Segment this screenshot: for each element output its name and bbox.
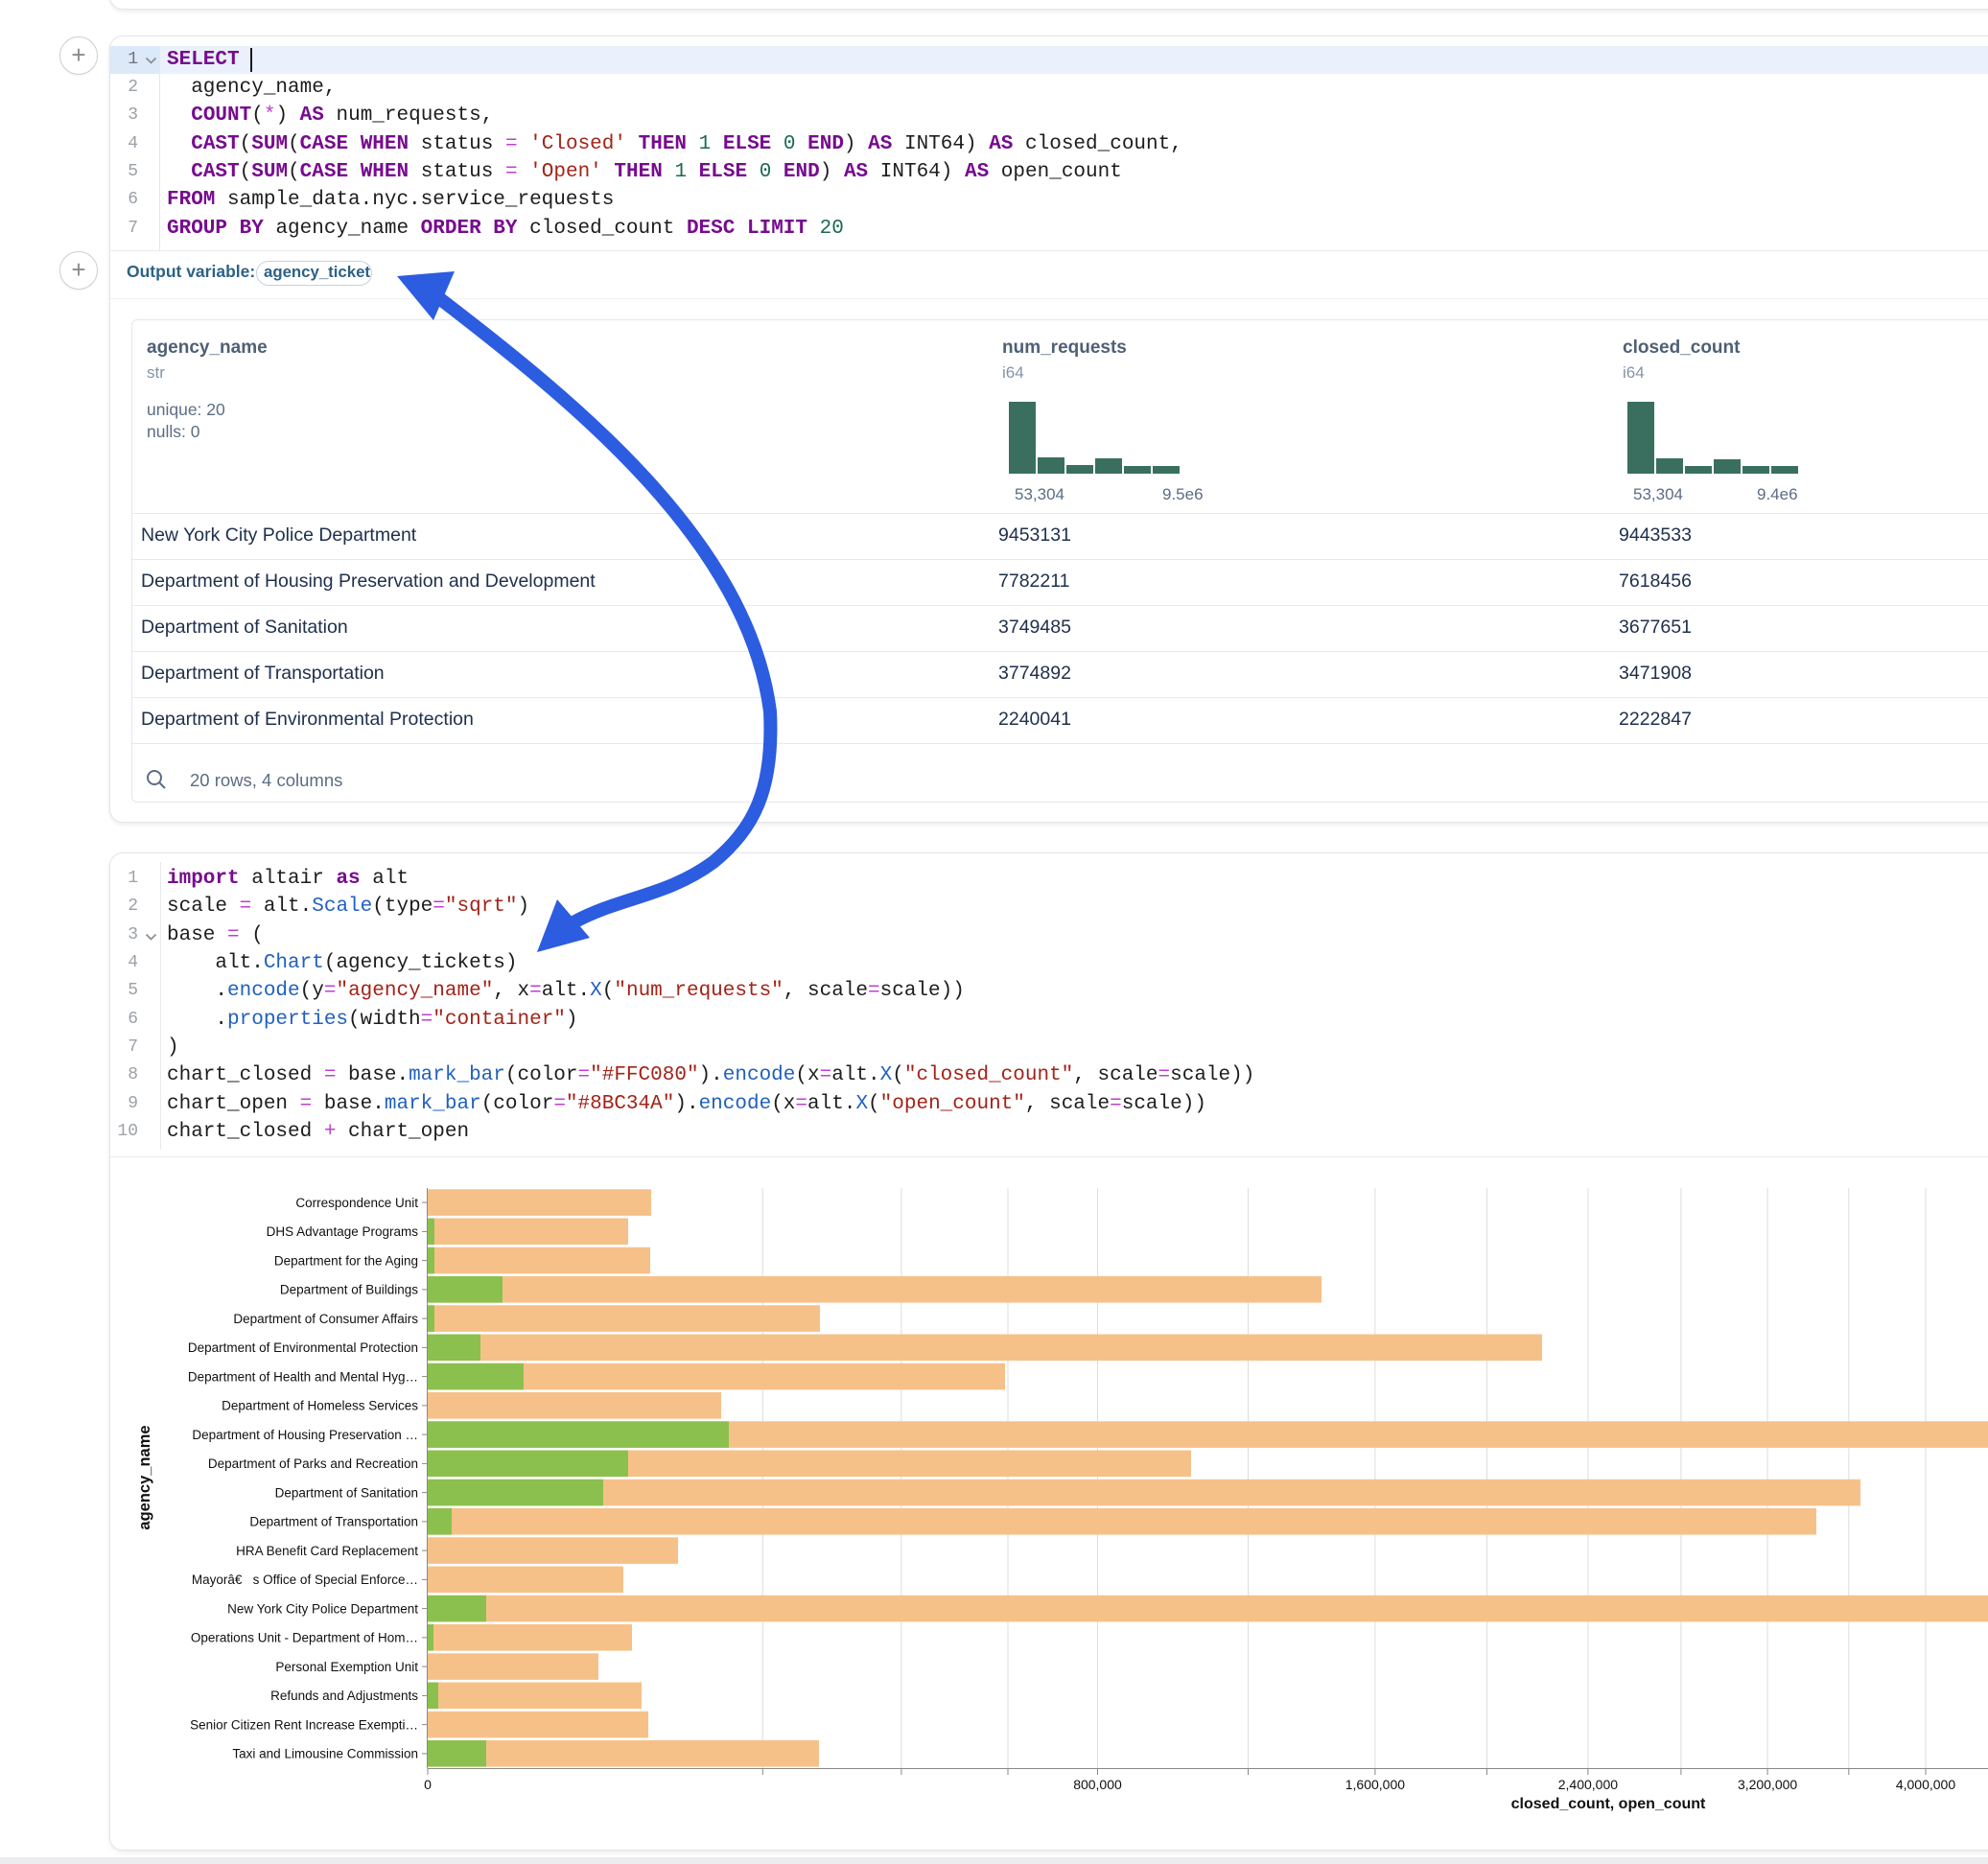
svg-text:1,600,000: 1,600,000 — [1345, 1777, 1405, 1792]
svg-text:Department of Consumer Affairs: Department of Consumer Affairs — [233, 1312, 418, 1326]
svg-text:Department of Health and Menta: Department of Health and Mental Hyg… — [188, 1369, 418, 1384]
svg-text:New York City Police Departmen: New York City Police Department — [227, 1601, 418, 1616]
svg-text:4,000,000: 4,000,000 — [1896, 1777, 1955, 1792]
svg-text:Mayorâ€ s Office of Special: Mayorâ€ s Office of Special Enforce… — [192, 1573, 418, 1587]
svg-text:Department of Buildings: Department of Buildings — [280, 1283, 418, 1297]
svg-text:Department of Transportation: Department of Transportation — [249, 1515, 418, 1529]
svg-text:Correspondence Unit: Correspondence Unit — [295, 1196, 418, 1210]
svg-text:Department of Housing Preserva: Department of Housing Preservation … — [192, 1428, 418, 1442]
svg-text:Department of Sanitation: Department of Sanitation — [275, 1485, 418, 1500]
svg-text:800,000: 800,000 — [1073, 1777, 1122, 1792]
svg-text:Department of Parks and Recrea: Department of Parks and Recreation — [208, 1456, 418, 1471]
svg-text:Personal Exemption Unit: Personal Exemption Unit — [275, 1660, 418, 1674]
svg-text:Taxi and Limousine Commission: Taxi and Limousine Commission — [232, 1747, 418, 1761]
svg-text:2,400,000: 2,400,000 — [1558, 1777, 1618, 1792]
svg-text:Department of Environmental Pr: Department of Environmental Protection — [188, 1340, 418, 1355]
svg-text:Senior Citizen Rent Increase E: Senior Citizen Rent Increase Exempti… — [190, 1717, 418, 1732]
svg-text:Department of Homeless Service: Department of Homeless Services — [222, 1399, 418, 1413]
svg-text:0: 0 — [424, 1777, 432, 1792]
svg-text:Operations Unit - Department o: Operations Unit - Department of Hom… — [191, 1631, 418, 1645]
svg-text:Refunds and Adjustments: Refunds and Adjustments — [270, 1689, 418, 1703]
svg-text:agency_name: agency_name — [136, 1425, 153, 1529]
svg-text:DHS Advantage Programs: DHS Advantage Programs — [267, 1224, 419, 1239]
svg-text:HRA Benefit Card Replacement: HRA Benefit Card Replacement — [236, 1544, 418, 1558]
svg-text:3,200,000: 3,200,000 — [1738, 1777, 1797, 1792]
svg-text:closed_count, open_count: closed_count, open_count — [1511, 1796, 1706, 1812]
svg-text:Department for the Aging: Department for the Aging — [274, 1253, 418, 1268]
